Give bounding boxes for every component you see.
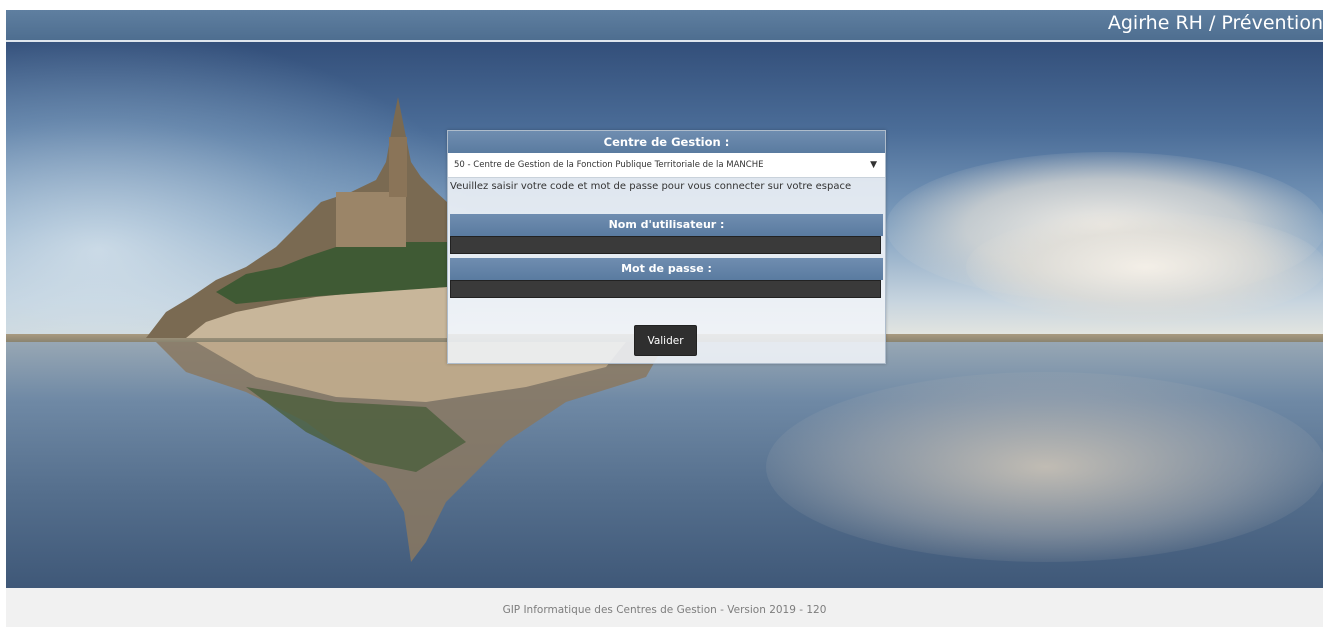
footer-text: GIP Informatique des Centres de Gestion … xyxy=(502,604,827,616)
login-panel: Centre de Gestion : 50 - Centre de Gesti… xyxy=(447,130,886,364)
centre-label: Centre de Gestion : xyxy=(448,131,885,153)
page: Agirhe RH / Prévention Centre de Gestion… xyxy=(6,10,1323,627)
submit-button[interactable]: Valider xyxy=(634,325,697,356)
username-input[interactable] xyxy=(450,236,881,254)
password-input[interactable] xyxy=(450,280,881,298)
footer: GIP Informatique des Centres de Gestion … xyxy=(6,588,1323,627)
centre-select-value: 50 - Centre de Gestion de la Fonction Pu… xyxy=(454,160,764,170)
centre-select[interactable]: 50 - Centre de Gestion de la Fonction Pu… xyxy=(448,153,885,178)
password-label: Mot de passe : xyxy=(450,258,883,280)
dropdown-arrow-icon[interactable]: ▼ xyxy=(870,153,877,177)
login-instructions: Veuillez saisir votre code et mot de pas… xyxy=(450,181,852,192)
username-label: Nom d'utilisateur : xyxy=(450,214,883,236)
app-title: Agirhe RH / Prévention xyxy=(1107,12,1323,34)
top-header-bar: Agirhe RH / Prévention xyxy=(6,10,1323,42)
